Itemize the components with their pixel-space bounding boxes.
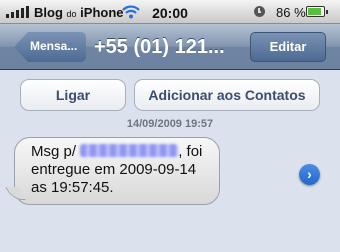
chevron-right-icon[interactable]: › (299, 164, 320, 185)
call-button[interactable]: Ligar (20, 79, 126, 111)
message-line-2: entregue em 2009-09-14 (31, 161, 197, 178)
add-to-contacts-button[interactable]: Adicionar aos Contatos (134, 79, 320, 111)
edit-button[interactable]: Editar (250, 32, 326, 62)
page-title: +55 (01) 121... (94, 36, 225, 58)
message-line-3: as 19:57:45. (31, 179, 114, 196)
back-button[interactable]: Mensa... (14, 32, 86, 62)
message-suffix: , foi (178, 143, 203, 160)
battery-level (308, 8, 321, 15)
redacted-number (80, 144, 179, 157)
rotation-lock-icon (254, 6, 265, 17)
message-timestamp: 14/09/2009 19:57 (126, 118, 214, 130)
message-prefix: Msg p/ (31, 143, 77, 160)
message-bubble: Msg p/ , foi entregue em 2009-09-14 as 1… (14, 137, 220, 205)
back-button-label: Mensa... (30, 39, 78, 53)
battery-percent: 86 % (276, 5, 306, 20)
battery-icon (306, 6, 328, 17)
navigation-bar: Mensa... +55 (01) 121... Editar (0, 24, 340, 70)
status-bar: Blog do iPhone 20:00 86 % (0, 0, 340, 24)
